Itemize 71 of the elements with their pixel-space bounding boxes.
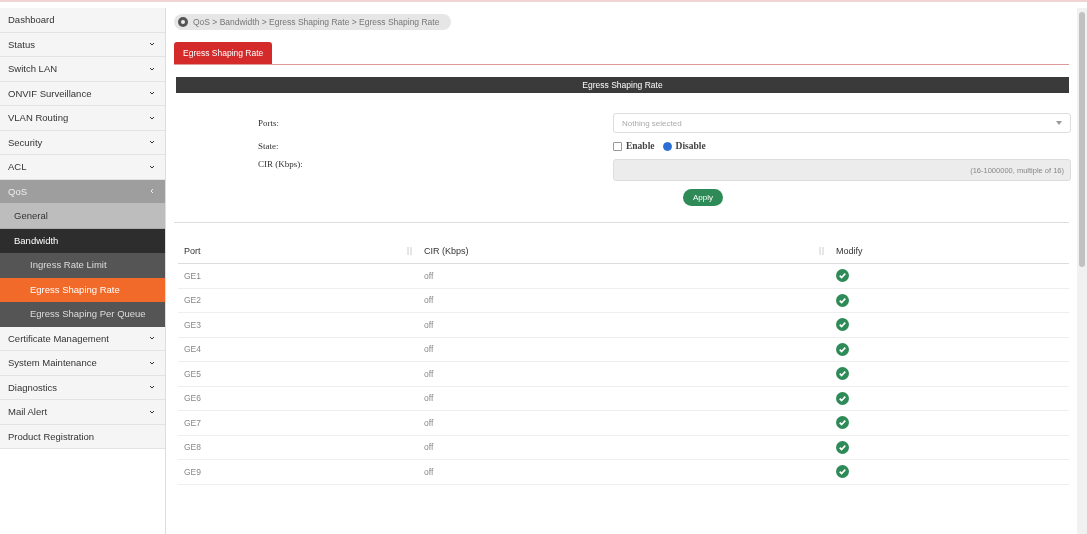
check-icon[interactable] — [836, 342, 849, 356]
sidebar-item[interactable]: Egress Shaping Per Queue — [0, 302, 165, 327]
table-cell: GE5 — [178, 362, 418, 387]
table-cell: GE1 — [178, 264, 418, 289]
caret-icon — [1056, 121, 1062, 125]
field-label: Ports: — [258, 118, 280, 128]
sidebar-item[interactable]: Certificate Management — [0, 326, 165, 351]
check-icon[interactable] — [836, 293, 849, 307]
radio-icon[interactable] — [613, 141, 622, 151]
check-icon[interactable] — [836, 391, 849, 405]
table-cell: GE2 — [178, 288, 418, 313]
table-cell: off — [418, 337, 830, 362]
chevron-down-icon[interactable] — [149, 90, 155, 97]
table-cell: off — [418, 460, 830, 485]
sidebar-item[interactable]: VLAN Routing — [0, 106, 165, 131]
sidebar-item[interactable]: General — [0, 204, 165, 229]
sidebar-item[interactable]: Switch LAN — [0, 57, 165, 82]
table-cell: off — [418, 313, 830, 338]
sidebar-item[interactable]: Product Registration — [0, 424, 165, 449]
tab[interactable]: Egress Shaping Rate — [174, 42, 273, 64]
scrollbar[interactable] — [1077, 8, 1087, 534]
sidebar-item[interactable]: Bandwidth — [0, 228, 165, 253]
chevron-down-icon[interactable] — [149, 359, 155, 366]
chevron-down-icon[interactable] — [149, 335, 155, 342]
sidebar-item[interactable]: ACL — [0, 155, 165, 180]
check-icon[interactable] — [836, 465, 849, 479]
check-icon[interactable] — [836, 269, 849, 283]
table-cell: GE9 — [178, 460, 418, 485]
table-cell: off — [418, 435, 830, 460]
table-cell: GE7 — [178, 411, 418, 436]
chevron-down-icon[interactable] — [149, 114, 155, 121]
field-label: CIR (Kbps): — [258, 159, 304, 169]
chevron-down-icon[interactable] — [149, 41, 155, 48]
table-cell: off — [418, 288, 830, 313]
sidebar-item[interactable]: Diagnostics — [0, 375, 165, 400]
chevron-down-icon[interactable] — [149, 384, 155, 391]
chevron-down-icon[interactable] — [149, 65, 155, 72]
sidebar-item[interactable]: ONVIF Surveillance — [0, 81, 165, 106]
table-cell: GE8 — [178, 435, 418, 460]
table-cell: off — [418, 264, 830, 289]
check-icon[interactable] — [836, 318, 849, 332]
table-cell: off — [418, 386, 830, 411]
radio-option[interactable]: Disable — [662, 141, 706, 151]
sidebar-item[interactable]: Mail Alert — [0, 400, 165, 425]
radio-option[interactable]: Enable — [613, 141, 655, 151]
column-header[interactable]: Port — [178, 239, 418, 264]
table-cell: off — [418, 411, 830, 436]
chevron-left-icon[interactable] — [149, 188, 155, 195]
table-cell: GE3 — [178, 313, 418, 338]
radio-icon[interactable] — [662, 141, 672, 151]
check-icon[interactable] — [836, 416, 849, 430]
check-icon[interactable] — [836, 440, 849, 454]
home-icon[interactable] — [178, 17, 188, 27]
check-icon[interactable] — [836, 367, 849, 381]
field-label: State: — [258, 141, 280, 151]
chevron-down-icon[interactable] — [149, 163, 155, 170]
sidebar-item[interactable]: Ingress Rate Limit — [0, 253, 165, 278]
column-header[interactable]: CIR (Kbps) — [418, 239, 830, 264]
chevron-down-icon[interactable] — [149, 408, 155, 415]
panel-title: Egress Shaping Rate — [176, 77, 1069, 93]
column-header[interactable]: Modify — [830, 239, 1069, 264]
chevron-down-icon[interactable] — [149, 139, 155, 146]
sidebar-item[interactable]: System Maintenance — [0, 351, 165, 376]
breadcrumb-path: QoS > Bandwidth > Egress Shaping Rate > Egress Shaping Rate — [193, 17, 440, 27]
apply-button[interactable]: Apply — [683, 189, 723, 206]
table-cell: off — [418, 362, 830, 387]
table-cell: GE4 — [178, 337, 418, 362]
sidebar-item[interactable]: Security — [0, 130, 165, 155]
sidebar-item[interactable]: Dashboard — [0, 8, 165, 33]
table-cell: GE6 — [178, 386, 418, 411]
sidebar-item[interactable]: Status — [0, 32, 165, 57]
